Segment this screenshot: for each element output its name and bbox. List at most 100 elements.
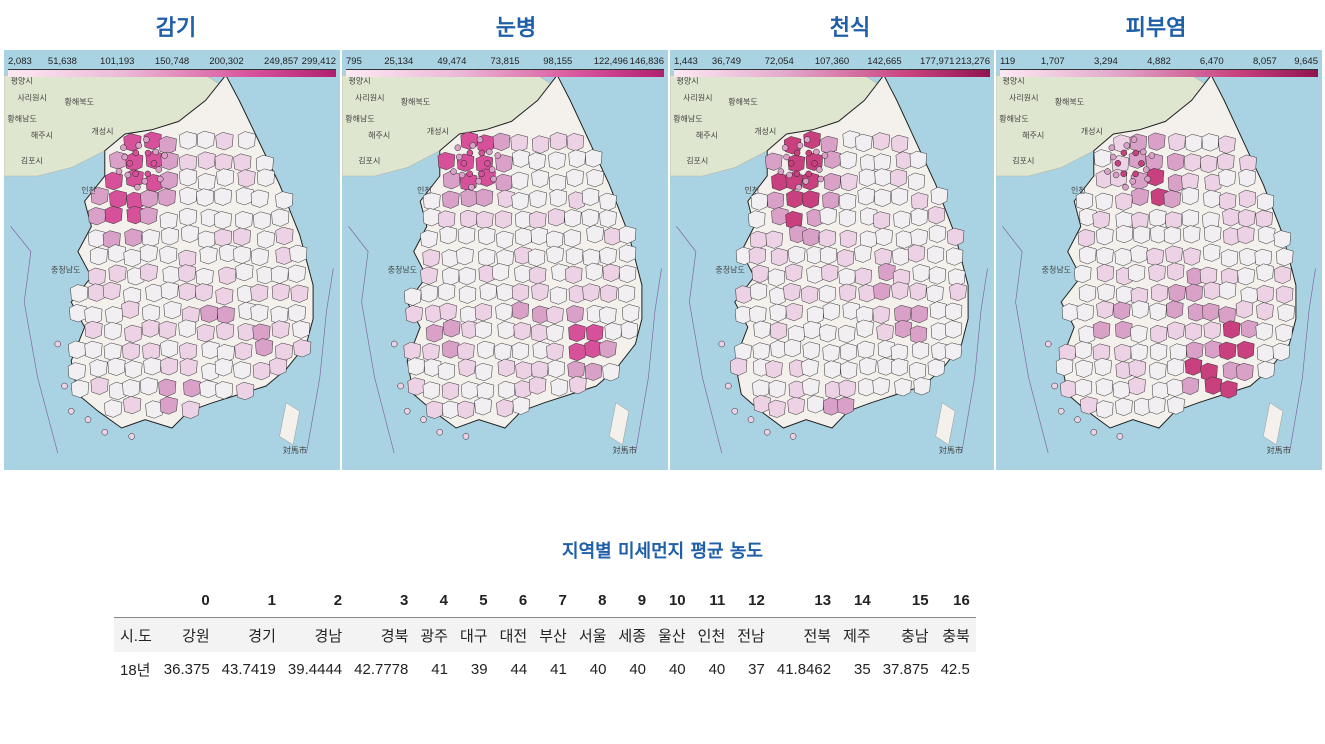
- island: [725, 382, 732, 390]
- district-region: [495, 302, 513, 322]
- district-region: [872, 211, 891, 230]
- district-region: [216, 168, 235, 187]
- column-header: 8: [572, 583, 613, 618]
- region-cell: 경남: [314, 627, 343, 645]
- district-region: [497, 321, 515, 340]
- district-region: [179, 207, 198, 226]
- district-region: [1166, 300, 1184, 319]
- district-region: [271, 283, 290, 302]
- district-region: [145, 283, 164, 303]
- district-region: [569, 376, 587, 395]
- district-region: [785, 263, 803, 282]
- value-cell: 41: [431, 660, 448, 678]
- district-region: [768, 379, 786, 399]
- label-kaesong: 개성시: [427, 126, 449, 136]
- district-region: [1256, 302, 1274, 321]
- seoul-district: [1120, 170, 1127, 178]
- district-region: [196, 130, 215, 149]
- district-region: [1277, 303, 1295, 322]
- district-region: [492, 132, 511, 151]
- district-region: [528, 152, 546, 171]
- district-region: [1148, 396, 1166, 415]
- district-region: [1187, 303, 1206, 322]
- seoul-district: [144, 149, 152, 157]
- map-panel-asthma[interactable]: 1,443 36,749 72,054 107,360 142,665 177,…: [670, 50, 994, 470]
- district-region: [158, 136, 177, 155]
- district-region: [104, 171, 123, 191]
- district-region: [159, 396, 178, 415]
- seoul-district: [455, 153, 463, 161]
- seoul-district: [1112, 171, 1120, 179]
- seoul-district: [1129, 178, 1136, 185]
- district-region: [528, 211, 547, 230]
- district-region: [475, 362, 493, 382]
- district-region: [1149, 325, 1168, 344]
- district-region: [1114, 343, 1132, 363]
- district-region: [1218, 192, 1237, 211]
- district-region: [855, 133, 873, 152]
- district-region: [765, 360, 783, 379]
- district-region: [1115, 320, 1133, 340]
- district-region: [818, 285, 837, 304]
- district-region: [102, 281, 121, 301]
- district-region: [214, 228, 233, 247]
- seoul-district: [1130, 136, 1138, 143]
- district-region: [200, 304, 219, 323]
- region-cell: 광주: [420, 627, 448, 645]
- district-region: [1275, 285, 1294, 304]
- district-region: [749, 305, 767, 324]
- district-region: [770, 247, 789, 267]
- district-region: [1078, 325, 1096, 344]
- district-region: [1185, 283, 1203, 302]
- district-region: [618, 225, 637, 244]
- district-region: [838, 208, 857, 228]
- island: [1051, 382, 1058, 390]
- seoul-district: [469, 142, 477, 149]
- district-region: [765, 230, 783, 249]
- district-region: [232, 227, 251, 246]
- map-panel-cold[interactable]: 2,083 51,638 101,193 150,748 200,302 249…: [4, 50, 340, 470]
- label-gimpo: 김포시: [21, 155, 43, 165]
- district-region: [839, 151, 857, 170]
- korea-map: 평양시사리원시 황해북도황해남도해주시 개성시김포시인천충청남도対馬市: [4, 50, 340, 470]
- district-region: [141, 229, 160, 248]
- label-sariwon: 사리원시: [1009, 93, 1038, 102]
- district-region: [218, 266, 237, 285]
- district-region: [1167, 321, 1185, 340]
- district-region: [199, 379, 218, 399]
- table-corner: [114, 583, 158, 618]
- district-region: [1055, 357, 1074, 376]
- district-region: [1184, 357, 1203, 376]
- district-region: [158, 320, 177, 340]
- district-region: [530, 323, 549, 342]
- district-region: [547, 208, 566, 227]
- district-region: [872, 377, 890, 396]
- seoul-district: [1132, 149, 1139, 157]
- district-region: [1183, 247, 1201, 266]
- district-region: [250, 283, 269, 303]
- column-header: 15: [876, 583, 935, 618]
- district-region: [437, 282, 456, 301]
- district-region: [566, 133, 585, 152]
- district-region: [420, 284, 438, 303]
- district-region: [908, 361, 927, 381]
- district-region: [179, 358, 198, 377]
- district-region: [256, 168, 275, 187]
- island: [54, 340, 62, 348]
- island: [1057, 407, 1065, 415]
- district-region: [290, 284, 309, 303]
- district-region: [197, 151, 216, 170]
- district-region: [1239, 247, 1257, 267]
- district-region: [838, 267, 856, 287]
- label-haeju: 해주시: [368, 130, 390, 140]
- district-region: [474, 320, 493, 339]
- map-title-dermatitis: 피부염: [1125, 16, 1187, 41]
- map-panel-eye[interactable]: 795 25,134 49,474 73,815 98,155 122,496 …: [342, 50, 668, 470]
- district-region: [802, 190, 820, 209]
- district-region: [201, 340, 220, 360]
- district-region: [437, 152, 456, 171]
- district-region: [909, 325, 928, 344]
- district-region: [530, 226, 549, 246]
- district-region: [945, 247, 964, 266]
- map-panel-dermatitis[interactable]: 119 1,707 3,294 4,882 6,470 8,057 9,645 …: [996, 50, 1322, 470]
